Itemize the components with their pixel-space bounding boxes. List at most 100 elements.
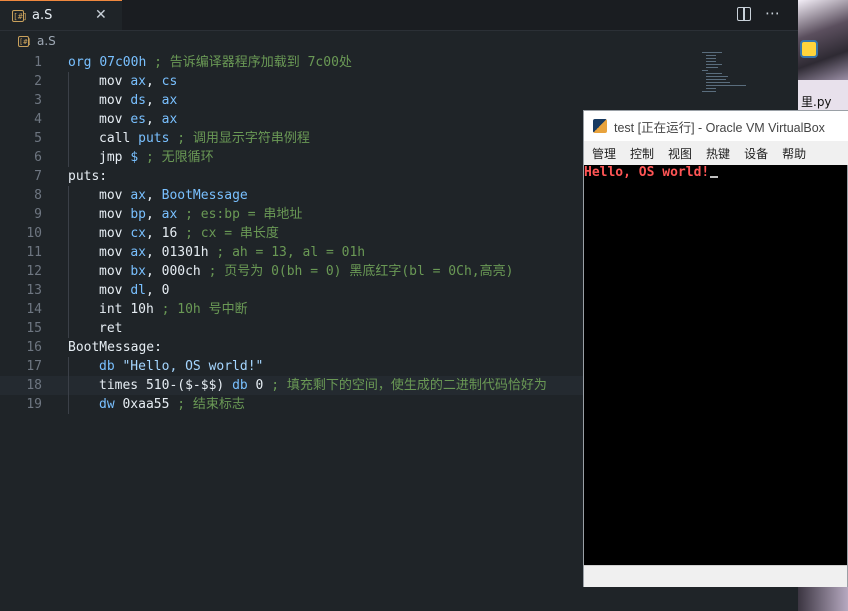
code-token: 10h (130, 302, 154, 317)
line-number: 1 (34, 55, 42, 70)
code-token: , (145, 264, 162, 279)
code-token: mov (99, 226, 131, 241)
tab-bar: [#] a.S ✕ ⋯ (0, 0, 798, 31)
close-icon[interactable]: ✕ (95, 7, 107, 23)
code-token: BootMessage (161, 188, 248, 203)
indent-guide (68, 148, 69, 167)
code-token: , (145, 245, 162, 260)
line-number: 14 (26, 302, 42, 317)
indent-guide (68, 357, 69, 376)
code-token: call (99, 131, 139, 146)
indent-guide (68, 110, 69, 129)
breadcrumb-file[interactable]: a.S (37, 34, 56, 48)
code-token: puts (138, 131, 170, 146)
asm-file-icon: [#] (12, 9, 28, 22)
code-token: ret (99, 321, 123, 336)
line-number: 5 (34, 131, 42, 146)
line-number: 10 (26, 226, 42, 241)
code-line[interactable]: 1 org 07c00h ; 告诉编译器程序加载到 7c00处 (0, 53, 700, 72)
code-token: db (99, 359, 123, 374)
code-token: , (145, 74, 162, 89)
code-token: ; 告诉编译器程序加载到 7c00处 (146, 55, 352, 70)
line-text: org 07c00h ; 告诉编译器程序加载到 7c00处 (68, 53, 352, 72)
text-cursor (710, 176, 719, 178)
indent-guide (68, 376, 69, 395)
vm-output: Hello, OS world! (584, 165, 719, 180)
menu-item-hotkey[interactable]: 热键 (706, 145, 730, 162)
line-text: mov dl, 0 (99, 281, 169, 300)
code-token: mov (99, 112, 131, 127)
code-token: , (145, 283, 162, 298)
code-token: ax (161, 112, 178, 127)
code-token: bp (130, 207, 146, 222)
code-token: $ (130, 150, 139, 165)
line-text: call puts ; 调用显示字符串例程 (99, 129, 310, 148)
indent-guide (68, 205, 69, 224)
menu-item-manage[interactable]: 管理 (592, 145, 616, 162)
more-actions-icon[interactable]: ⋯ (765, 4, 780, 22)
code-token: bx (130, 264, 146, 279)
code-token: mov (99, 207, 131, 222)
breadcrumb[interactable]: [#] a.S (18, 34, 56, 48)
line-text: int 10h ; 10h 号中断 (99, 300, 248, 319)
line-number: 11 (26, 245, 42, 260)
code-token: ; 10h 号中断 (153, 302, 248, 317)
indent-guide (68, 395, 69, 414)
line-number: 12 (26, 264, 42, 279)
code-token: ; 结束标志 (169, 397, 245, 412)
menu-item-control[interactable]: 控制 (630, 145, 654, 162)
code-token: cs (161, 74, 178, 89)
minimap[interactable] (700, 50, 755, 94)
code-token: 0 (161, 283, 170, 298)
virtualbox-logo-icon (593, 119, 607, 133)
indent-guide (68, 281, 69, 300)
line-number: 7 (34, 169, 42, 184)
line-text: ret (99, 319, 122, 338)
line-text: mov ds, ax (99, 91, 177, 110)
code-line[interactable]: 3 mov ds, ax (0, 91, 700, 110)
code-line[interactable]: 2 mov ax, cs (0, 72, 700, 91)
code-token: dl (130, 283, 146, 298)
line-text: mov cx, 16 ; cx = 串长度 (99, 224, 279, 243)
menu-item-devices[interactable]: 设备 (744, 145, 768, 162)
code-token: 16 (161, 226, 178, 241)
line-number: 4 (34, 112, 42, 127)
code-token: puts: (68, 169, 108, 184)
code-token: ax (130, 245, 146, 260)
code-token: es (130, 112, 146, 127)
line-number: 9 (34, 207, 42, 222)
indent-guide (68, 91, 69, 110)
menu-item-view[interactable]: 视图 (668, 145, 692, 162)
line-text: mov ax, 01301h ; ah = 13, al = 01h (99, 243, 365, 262)
code-token: , (145, 188, 162, 203)
code-token: mov (99, 283, 131, 298)
vm-screen[interactable]: Hello, OS world! (584, 165, 847, 565)
split-editor-icon[interactable] (737, 7, 751, 21)
tab-a-s[interactable]: [#] a.S ✕ (0, 0, 122, 30)
code-token: ; es:bp = 串地址 (177, 207, 303, 222)
code-token: ; ah = 13, al = 01h (208, 245, 366, 260)
code-token: , (145, 112, 162, 127)
python-file-icon[interactable] (800, 40, 818, 58)
line-text: jmp $ ; 无限循环 (99, 148, 214, 167)
line-number: 18 (26, 378, 42, 393)
line-text: mov bx, 000ch ; 页号为 0(bh = 0) 黑底红字(bl = … (99, 262, 513, 281)
line-number: 13 (26, 283, 42, 298)
code-token: ax (161, 93, 178, 108)
desktop-icon-label[interactable]: 里.py (801, 93, 832, 110)
editor-actions: ⋯ (737, 4, 780, 22)
line-text: dw 0xaa55 ; 结束标志 (99, 395, 245, 414)
line-number: 2 (34, 74, 42, 89)
line-number: 16 (26, 340, 42, 355)
indent-guide (68, 129, 69, 148)
code-token: BootMessage: (68, 340, 162, 355)
code-token: mov (99, 188, 131, 203)
code-token: org (68, 55, 100, 70)
indent-guide (68, 262, 69, 281)
vm-output-text: Hello, OS world! (584, 165, 710, 180)
window-titlebar[interactable]: test [正在运行] - Oracle VM VirtualBox (584, 111, 848, 141)
line-text: mov ax, BootMessage (99, 186, 248, 205)
indent-guide (68, 300, 69, 319)
virtualbox-window[interactable]: test [正在运行] - Oracle VM VirtualBox 管理 控制… (583, 110, 848, 587)
menu-item-help[interactable]: 帮助 (782, 145, 806, 162)
